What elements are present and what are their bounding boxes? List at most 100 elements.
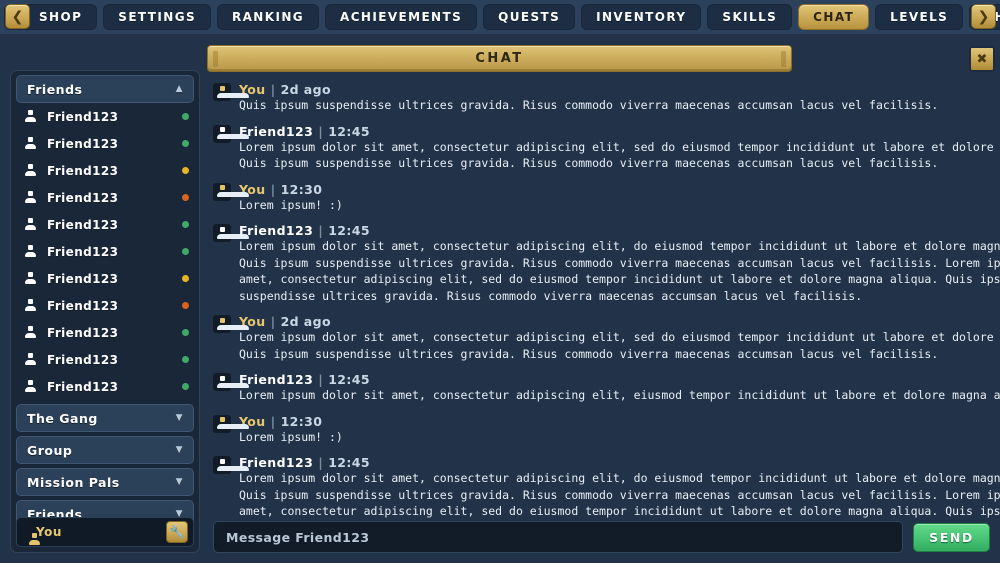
friend-list-item[interactable]: Friend123 (11, 373, 199, 400)
friend-name: Friend123 (47, 352, 119, 367)
friend-name: Friend123 (47, 190, 119, 205)
chat-message-meta: You | 2d ago (207, 82, 1000, 97)
meta-separator: | (318, 372, 324, 387)
top-navigation-bar: SHOP SETTINGS RANKING ACHIEVEMENTS QUESTS INV… (0, 0, 1000, 34)
status-dot-online (182, 221, 189, 228)
friend-list-item[interactable]: Friend123 (11, 157, 199, 184)
chat-message: Friend123 | 12:45 Lorem ipsum dolor sit ame… (207, 451, 1000, 518)
sidebar-group-label: Group (27, 442, 73, 458)
status-dot-busy (182, 302, 189, 309)
chat-message-text: Lorem ipsum dolor sit amet, consectetur … (239, 330, 994, 361)
friend-list-item[interactable]: Friend123 (11, 184, 199, 211)
chat-message-text: Lorem ipsum! :) (239, 429, 343, 444)
user-icon (23, 244, 38, 259)
nav-tab-settings[interactable]: SETTINGS (103, 4, 211, 30)
status-dot-online (182, 140, 189, 147)
chat-message-author: Friend123 (239, 123, 314, 139)
chat-message-text: Lorem ipsum dolor sit amet, consectetur … (239, 239, 1000, 303)
sidebar-group-the-gang[interactable]: The Gang ▼ (16, 404, 194, 432)
chat-message: You | 12:30 Lorem ipsum! :) (207, 178, 1000, 220)
status-dot-busy (182, 194, 189, 201)
meta-separator: | (270, 181, 276, 197)
sidebar-group-group[interactable]: Group ▼ (16, 436, 194, 464)
friend-name: Friend123 (47, 271, 119, 286)
nav-tab-inventory[interactable]: INVENTORY (581, 4, 702, 30)
sidebar-group-friends[interactable]: Friends ▲ (16, 75, 194, 103)
chat-message-meta: You | 12:30 (207, 182, 1000, 197)
friend-list-item[interactable]: Friend123 (11, 319, 199, 346)
user-icon (213, 124, 249, 143)
chat-message: Friend123 | 12:45 Lorem ipsum dolor sit ame… (207, 120, 1000, 178)
chat-message-timestamp: 12:45 (328, 372, 370, 387)
chat-message-meta: Friend123 | 12:45 (207, 124, 1000, 139)
friend-name: Friend123 (47, 217, 119, 232)
friend-list-item[interactable]: Friend123 (11, 265, 199, 292)
status-dot-online (182, 113, 189, 120)
send-button[interactable]: SEND (913, 522, 990, 552)
chat-message-timestamp: 12:30 (280, 181, 323, 197)
wrench-icon[interactable]: 🔧 (166, 521, 188, 543)
chevron-right-icon[interactable]: ❯ (971, 4, 996, 29)
user-icon (23, 298, 38, 313)
friend-name: Friend123 (47, 298, 119, 313)
chat-message-log[interactable]: You | 2d ago Quis ipsum suspendisse ultrice… (207, 78, 1000, 518)
user-icon (23, 109, 38, 124)
chevron-down-icon: ▼ (175, 445, 183, 455)
chat-screen: SHOP SETTINGS RANKING ACHIEVEMENTS QUESTS INV… (0, 0, 1000, 563)
status-dot-away (182, 167, 189, 174)
chat-message: You | 2d ago Lorem ipsum dolor sit amet, co… (207, 310, 1000, 368)
chat-message-timestamp: 12:45 (328, 455, 370, 470)
message-composer: SEND (213, 521, 990, 553)
chat-message: You | 12:30 Lorem ipsum! :) (207, 410, 1000, 452)
user-icon (213, 83, 249, 101)
chat-message-timestamp: 2d ago (280, 82, 331, 97)
friend-list-item[interactable]: Friend123 (11, 103, 199, 130)
status-dot-online (182, 383, 189, 390)
friend-name: Friend123 (47, 109, 119, 124)
user-icon (23, 163, 38, 178)
status-dot-online (182, 356, 189, 363)
chat-message-author: Friend123 (239, 455, 314, 470)
chat-message-text: Lorem ipsum! :) (239, 197, 343, 212)
friend-list-item[interactable]: Friend123 (11, 292, 199, 319)
self-profile-bar[interactable]: You 🔧 (16, 517, 194, 547)
chat-message-meta: Friend123 | 12:45 (207, 223, 1000, 238)
chat-message-meta: Friend123 | 12:45 (207, 372, 1000, 387)
friend-list-item[interactable]: Friend123 (11, 238, 199, 265)
nav-tab-quests[interactable]: QUESTS (483, 4, 576, 30)
chevron-up-icon: ▲ (175, 84, 183, 94)
meta-separator: | (318, 455, 324, 470)
chat-message-author: Friend123 (239, 223, 314, 238)
user-icon (23, 271, 38, 286)
nav-tab-achievements[interactable]: ACHIEVEMENTS (325, 4, 478, 30)
friend-list-item[interactable]: Friend123 (11, 130, 199, 157)
sidebar-group-mission-pals[interactable]: Mission Pals ▼ (16, 468, 194, 496)
user-icon (23, 352, 38, 367)
nav-tab-chat[interactable]: CHAT (798, 4, 870, 30)
meta-separator: | (318, 223, 324, 238)
user-icon (23, 190, 38, 205)
nav-tab-ranking[interactable]: RANKING (216, 4, 320, 30)
chat-message-meta: Friend123 | 12:45 (207, 455, 1000, 470)
nav-tab-levels[interactable]: LEVELS (875, 4, 964, 30)
user-icon (23, 136, 38, 151)
status-dot-online (182, 329, 189, 336)
meta-separator: | (270, 413, 276, 429)
chevron-left-icon[interactable]: ❮ (5, 4, 30, 29)
user-icon (213, 182, 249, 201)
nav-tab-skills[interactable]: SKILLS (707, 4, 793, 30)
user-icon (213, 315, 249, 333)
friend-name: Friend123 (47, 163, 119, 178)
chat-message-timestamp: 2d ago (280, 314, 331, 329)
friend-list-item[interactable]: Friend123 (11, 346, 199, 373)
friend-list-item[interactable]: Friend123 (11, 211, 199, 238)
user-icon (213, 456, 249, 474)
chat-message-meta: You | 12:30 (207, 414, 1000, 429)
chat-message-text: Quis ipsum suspendisse ultrices gravida.… (239, 98, 939, 112)
status-dot-online (182, 248, 189, 255)
close-icon[interactable]: ✖ (969, 46, 995, 72)
status-dot-away (182, 275, 189, 282)
chat-message: Friend123 | 12:45 Lorem ipsum dolor sit ame… (207, 219, 1000, 310)
friend-name: Friend123 (47, 325, 119, 340)
message-input[interactable] (213, 521, 903, 553)
